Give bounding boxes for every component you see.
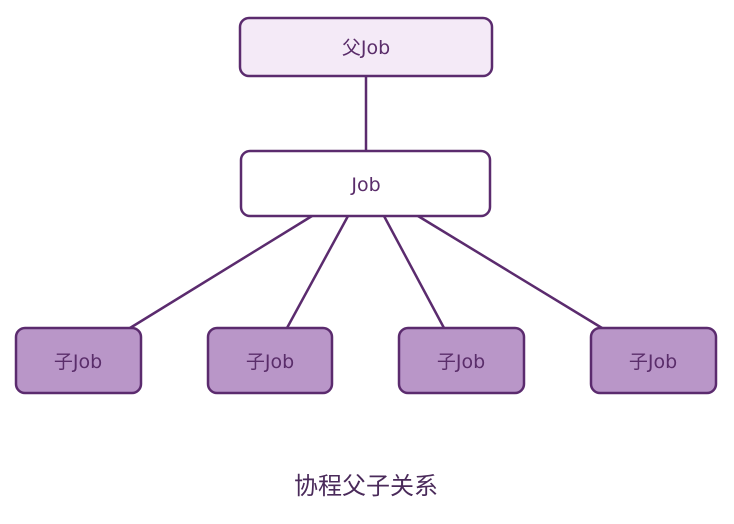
connector-job-child-1 [129,214,313,330]
diagram-caption: 协程父子关系 [294,472,438,500]
child-job-node-2: 子Job [206,326,334,395]
parent-job-label: 父Job [342,37,390,59]
parent-job-node: 父Job [238,16,494,78]
job-hierarchy-diagram: 父Job Job 子Job 子Job 子Job 子Job 协程父子关系 [14,16,718,500]
child-job-label: 子Job [629,351,677,373]
job-node: Job [239,149,492,218]
job-label: Job [350,174,380,196]
child-job-label: 子Job [54,351,102,373]
child-job-label: 子Job [437,351,485,373]
connector-job-child-4 [417,214,603,330]
child-job-node-3: 子Job [397,326,526,395]
connector-job-child-3 [382,215,446,329]
child-job-node-4: 子Job [589,326,718,395]
child-job-label: 子Job [246,351,294,373]
child-job-node-1: 子Job [14,326,143,395]
connector-job-child-2 [285,215,350,329]
